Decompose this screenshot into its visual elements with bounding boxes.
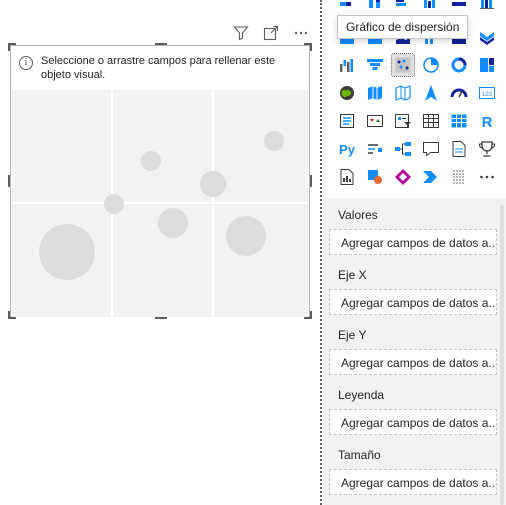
well-label-values: Valores [338,208,378,222]
paginated-report-icon[interactable] [336,166,358,188]
well-drop-legend[interactable]: Agregar campos de datos a... [329,409,497,435]
funnel-icon[interactable] [364,54,386,76]
100-column-icon[interactable] [476,0,498,12]
python-visual-icon[interactable]: Py [336,138,358,160]
svg-text:Py: Py [339,142,356,157]
donut-icon[interactable] [448,54,470,76]
info-icon: i [19,56,33,70]
power-automate-flow-icon[interactable] [420,166,442,188]
smart-narrative-icon[interactable] [448,138,470,160]
resize-handle-bottom[interactable] [155,317,167,319]
svg-text:R: R [482,114,493,130]
filter-icon[interactable] [232,24,250,42]
focus-mode-icon[interactable] [262,24,280,42]
well-drop-x-axis[interactable]: Agregar campos de datos a... [329,289,497,315]
r-visual-icon[interactable]: R [476,110,498,132]
visual-header-toolbar [232,24,310,42]
table-icon[interactable] [420,110,442,132]
resize-handle-left[interactable] [8,175,10,187]
treemap-icon[interactable] [476,54,498,76]
gauge-icon[interactable] [448,82,470,104]
slicer-icon[interactable] [392,110,414,132]
placeholder-bubble [158,208,188,238]
filled-map-icon[interactable] [364,82,386,104]
empty-visual-message: i Seleccione o arrastre campos para rell… [19,54,304,82]
placeholder-bubble [39,224,95,280]
qa-icon[interactable] [420,138,442,160]
well-drop-y-axis[interactable]: Agregar campos de datos a... [329,349,497,375]
resize-handle-tl-v[interactable] [8,43,10,51]
resize-handle-right[interactable] [310,175,312,187]
goals-icon[interactable] [476,138,498,160]
waterfall-icon[interactable] [336,54,358,76]
resize-handle-bl-v[interactable] [8,311,10,319]
scatter-icon[interactable] [391,53,415,77]
visual-type-tooltip: Gráfico de dispersión [337,15,469,39]
custom-visual-icon[interactable] [448,166,470,188]
clustered-bar-icon[interactable] [392,0,414,12]
multi-row-card-icon[interactable] [336,110,358,132]
pane-scrollbar[interactable] [500,205,504,505]
more-visuals-icon[interactable] [476,166,498,188]
well-label-y-axis: Eje Y [338,328,367,342]
more-options-icon[interactable] [292,24,310,42]
placeholder-bubble [226,216,266,256]
svg-text:123: 123 [482,92,493,98]
pie-icon[interactable] [420,54,442,76]
decomposition-tree-icon[interactable] [392,138,414,160]
resize-handle-top[interactable] [155,43,167,45]
well-label-size: Tamaño [338,448,381,462]
pane-divider [320,0,322,505]
stacked-bar-icon[interactable] [336,0,358,12]
stacked-column-icon[interactable] [364,0,386,12]
ribbon-icon[interactable] [476,26,498,48]
map-icon[interactable] [336,82,358,104]
scatter-placeholder-preview [12,90,308,317]
resize-handle-br-v[interactable] [310,311,312,319]
power-apps-icon[interactable] [392,166,414,188]
empty-visual-message-text: Seleccione o arrastre campos para rellen… [41,55,276,81]
azure-map-icon[interactable] [420,82,442,104]
resize-handle-tr-v[interactable] [310,43,312,51]
placeholder-bubble [104,194,124,214]
shape-map-icon[interactable] [392,82,414,104]
visualizations-pane: 123 R Py Gráfico de dispersión Valores A… [324,0,506,505]
well-label-x-axis: Eje X [338,268,367,282]
key-influencers-icon[interactable] [364,138,386,160]
clustered-column-icon[interactable] [420,0,442,12]
scatter-visual-container[interactable]: i Seleccione o arrastre campos para rell… [10,45,310,317]
100-bar-icon[interactable] [448,0,470,12]
well-drop-size[interactable]: Agregar campos de datos a... [329,469,497,495]
field-wells: Valores Agregar campos de datos a... Eje… [324,198,506,505]
power-automate-icon[interactable] [364,166,386,188]
card-icon[interactable]: 123 [476,82,498,104]
placeholder-bubble [264,131,284,151]
kpi-icon[interactable] [364,110,386,132]
report-canvas: i Seleccione o arrastre campos para rell… [0,0,320,505]
matrix-icon[interactable] [448,110,470,132]
placeholder-bubble [141,151,161,171]
placeholder-bubble [200,171,226,197]
well-label-legend: Leyenda [338,388,385,402]
well-drop-values[interactable]: Agregar campos de datos a... [329,229,497,255]
